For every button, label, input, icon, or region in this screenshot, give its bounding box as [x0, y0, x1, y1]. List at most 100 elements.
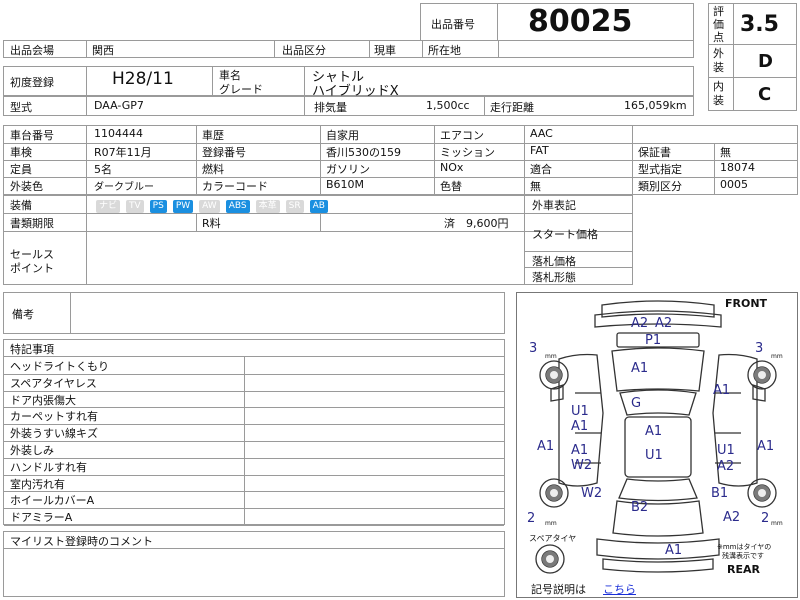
equip-aw: AW [199, 200, 220, 213]
colorcode: B610M [326, 178, 365, 191]
note-text: ハンドルすれ有 [10, 460, 87, 474]
interior-label-cell: 内装 [708, 77, 734, 111]
note-item: スペアタイヤレス [4, 374, 504, 392]
classno: 0005 [720, 178, 748, 191]
legend-link[interactable]: こちら [603, 581, 636, 597]
note-item: 外装しみ [4, 441, 504, 459]
note-text: ドア内張傷大 [10, 393, 76, 407]
warranty: 無 [720, 146, 731, 159]
mark-a2-right: A2 [717, 459, 735, 474]
remarks-block: 備考 [3, 292, 505, 334]
note-text: スペアタイヤレス [10, 376, 97, 390]
rear-label: REAR [727, 563, 760, 576]
color: ダークブルー [94, 182, 154, 193]
exterior-label: 外装 [713, 47, 724, 74]
note-text: 室内汚れ有 [10, 477, 65, 491]
model-label: 型式 [10, 101, 32, 114]
notes-label: 特記事項 [10, 343, 54, 356]
venue-label: 出品会場 [10, 44, 54, 57]
equipment-label: 装備 [10, 199, 32, 212]
exterior-grade: D [758, 51, 773, 72]
mark-tire-fl: 3 [529, 341, 538, 356]
interior-label: 内装 [713, 80, 724, 107]
inspection-label: 車検 [10, 146, 32, 159]
front-label: FRONT [725, 297, 768, 310]
equip-pw: PW [172, 200, 194, 213]
start-price-label: スタート価格 [532, 228, 598, 241]
comment-label: マイリスト登録時のコメント [10, 535, 153, 548]
bid-price-label: 落札価格 [532, 255, 576, 268]
note-text: 外装しみ [10, 444, 54, 457]
mark-tire-rr: 2 [761, 511, 770, 526]
damage-diagram: FRONT REAR スペアタイヤ ※mmはタイヤの 残溝表示です mm mm … [516, 292, 798, 598]
history-label: 車歴 [202, 129, 224, 142]
mark-g: G [631, 396, 642, 411]
typespec: 18074 [720, 161, 755, 174]
equip-navi: ナビ [96, 200, 121, 213]
remarks-label: 備考 [12, 308, 34, 321]
equipment-badges: ナビ TV PS PW AW ABS 本革 SR AB [96, 198, 334, 213]
mark-a1-hood: A1 [631, 361, 649, 376]
mm-rr: mm [771, 520, 783, 527]
chassis-label: 車台番号 [10, 129, 54, 142]
equip-leather: 本革 [255, 200, 280, 213]
mission-label: ミッション [440, 146, 495, 159]
mm-rl: mm [545, 520, 557, 527]
equip-ab: AB [309, 200, 328, 213]
eval-label: 評価点 [713, 5, 724, 44]
row-first-reg: 初度登録 H28/11 車名 グレード シャトル ハイブリッドX [3, 66, 694, 99]
mark-a2-rear: A2 [723, 510, 741, 525]
mark-a1-right-front: A1 [713, 383, 731, 398]
note-text: ヘッドライトくもり [10, 360, 109, 373]
exterior-label-cell: 外装 [708, 44, 734, 78]
mark-a1-rear-bumper: A1 [665, 543, 683, 558]
conform-label: 適合 [530, 163, 552, 176]
details-grid: 車台番号 1104444 車歴 自家用 エアコン AAC 車検 R07年11月 … [3, 125, 798, 195]
note-item: ハンドルすれ有 [4, 458, 504, 476]
mission: FAT [530, 144, 549, 157]
colorcode-label: カラーコード [202, 180, 268, 193]
first-reg-label: 初度登録 [10, 76, 54, 89]
note-text: ドアミラーA [10, 511, 73, 525]
notes-block: 特記事項 ヘッドライトくもり スペアタイヤレス ドア内張傷大カーペットすれ有 外装うす… [3, 339, 505, 526]
mark-a1-left-mirror: A1 [537, 439, 555, 454]
regno-label: 登録番号 [202, 146, 246, 159]
mark-a1-right-mirror: A1 [757, 439, 775, 454]
first-reg: H28/11 [112, 69, 174, 89]
mark-tire-fr: 3 [755, 341, 764, 356]
lot-label: 出品番号 [431, 18, 475, 31]
capacity-label: 定員 [10, 163, 32, 176]
note-text: カーペットすれ有 [10, 410, 98, 424]
mark-w2-rear: W2 [581, 486, 603, 501]
note-item: カーペットすれ有 [4, 407, 504, 426]
note-text: 外装うすい線キズ [10, 427, 98, 441]
fuel: ガソリン [326, 163, 370, 176]
mark-u1-right: U1 [717, 443, 735, 458]
note-text: ホイールカバーA [10, 494, 95, 508]
capacity: 5名 [94, 163, 112, 176]
mark-u1-roof: U1 [645, 448, 663, 463]
row-venue: 出品会場 関西 出品区分 現車 所在地 [3, 40, 694, 58]
eval-score: 3.5 [740, 12, 779, 37]
model: DAA-GP7 [94, 99, 144, 112]
bid-type-label: 落札形態 [532, 271, 576, 284]
mark-a2-front-left: A2 [631, 316, 649, 331]
row-model: 型式 DAA-GP7 排気量 1,500cc 走行距離 165,059km [3, 96, 694, 116]
lot-number: 80025 [528, 4, 633, 39]
aircon: AAC [530, 127, 553, 140]
mark-tire-rl: 2 [527, 511, 536, 526]
legend-label: 記号説明は [531, 583, 586, 596]
repaint-label: 色替 [440, 180, 462, 193]
mm-fl: mm [545, 353, 557, 360]
equip-abs: ABS [225, 200, 250, 213]
interior-grade: C [758, 84, 772, 105]
location-label: 所在地 [428, 44, 461, 57]
history: 自家用 [326, 129, 359, 142]
regno: 香川530の159 [326, 146, 401, 159]
note-item: ドア内張傷大 [4, 391, 504, 409]
grade-label: グレード [219, 83, 263, 96]
mark-b1: B1 [711, 486, 729, 501]
sales-point-label-2: ポイント [10, 262, 54, 275]
exterior-grade-cell: D [733, 44, 797, 78]
note-item: 外装うすい線キズ [4, 424, 504, 442]
